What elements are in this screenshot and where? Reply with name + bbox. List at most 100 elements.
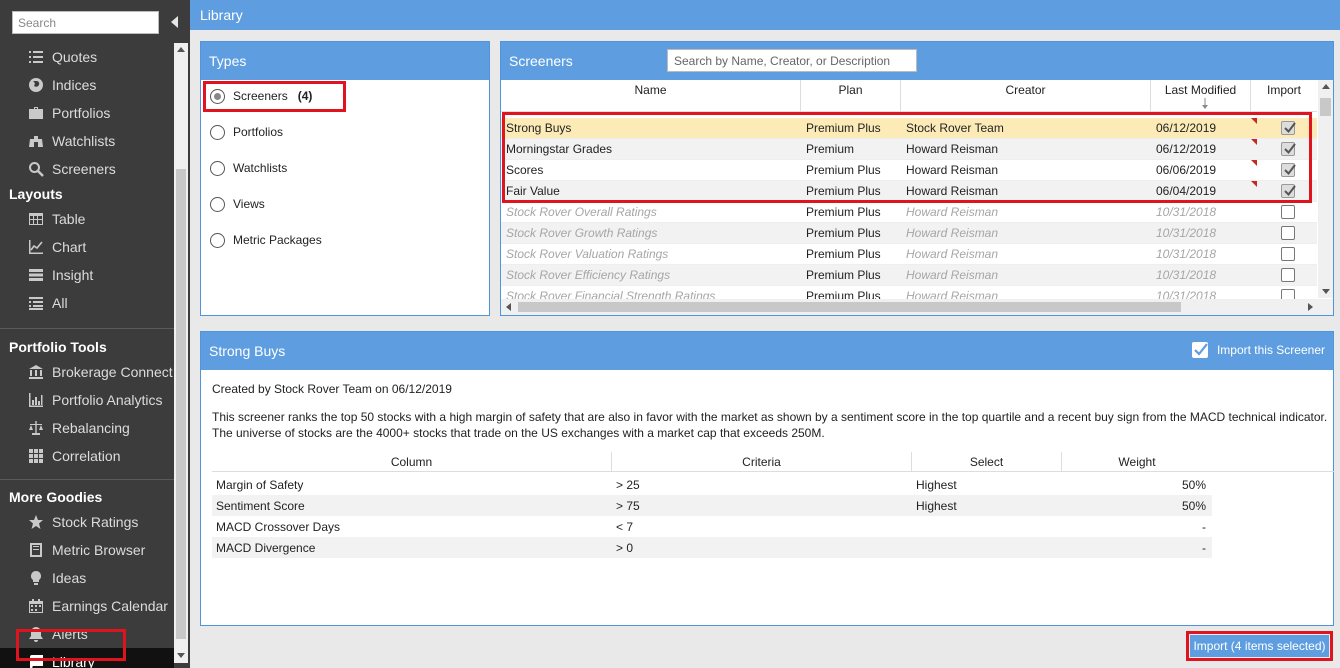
import-checkbox[interactable] xyxy=(1281,226,1295,240)
criteria-table-header: Column Criteria Select Weight xyxy=(212,452,1335,472)
sidebar-item-insight[interactable]: Insight xyxy=(0,261,174,289)
sidebar-item-label: Watchlists xyxy=(52,133,116,149)
sidebar-nav: Quotes Indices Portfolios Watchlists Scr… xyxy=(0,43,174,668)
list-icon xyxy=(27,49,44,66)
sidebar-item-correlation[interactable]: Correlation xyxy=(0,442,174,470)
screeners-horizontal-scrollbar[interactable] xyxy=(501,299,1333,315)
criteria-row: MACD Divergence > 0 - xyxy=(212,537,1212,558)
table-row[interactable]: Stock Rover Financial Strength Ratings P… xyxy=(501,286,1317,299)
binoculars-icon xyxy=(27,133,44,150)
screeners-panel: Screeners Name Plan Creator Last Modifie… xyxy=(500,41,1334,316)
scroll-down-icon[interactable] xyxy=(177,653,185,658)
import-checkbox[interactable] xyxy=(1281,289,1295,299)
highlight-import-button xyxy=(1186,631,1333,661)
criteria-select: Highest xyxy=(916,478,957,492)
type-option-watchlists[interactable]: Watchlists xyxy=(210,158,287,178)
bank-icon xyxy=(27,364,44,381)
screener-last-modified: 10/31/2018 xyxy=(1156,226,1217,240)
criteria-weight: 50% xyxy=(1181,499,1206,513)
scale-icon xyxy=(27,420,44,437)
criteria-row: Sentiment Score > 75 Highest 50% xyxy=(212,495,1212,516)
radio-button[interactable] xyxy=(210,232,225,248)
sidebar-item-ideas[interactable]: Ideas xyxy=(0,564,174,592)
col-header-creator[interactable]: Creator xyxy=(901,80,1151,112)
sidebar-item-quotes[interactable]: Quotes xyxy=(0,43,174,71)
table-row[interactable]: Stock Rover Valuation Ratings Premium Pl… xyxy=(501,244,1317,265)
sidebar-item-metric-browser[interactable]: Metric Browser xyxy=(0,536,174,564)
screener-creator: Howard Reisman xyxy=(906,247,999,261)
sidebar-item-portfolios[interactable]: Portfolios xyxy=(0,99,174,127)
screener-name: Stock Rover Overall Ratings xyxy=(506,205,657,219)
col-header-plan[interactable]: Plan xyxy=(801,80,901,112)
scroll-thumb[interactable] xyxy=(518,302,1181,312)
screener-detail-panel: Strong Buys Import this Screener Created… xyxy=(200,331,1335,626)
sidebar-item-table[interactable]: Table xyxy=(0,205,174,233)
checkmark-icon xyxy=(1194,343,1208,356)
scroll-thumb[interactable] xyxy=(176,169,186,639)
radio-button[interactable] xyxy=(210,124,225,140)
sidebar-item-screeners[interactable]: Screeners xyxy=(0,155,174,183)
import-checkbox[interactable] xyxy=(1281,247,1295,261)
col-header-name[interactable]: Name xyxy=(501,80,801,112)
screener-name: Stock Rover Valuation Ratings xyxy=(506,247,669,261)
screeners-grid-header: Name Plan Creator Last Modified Import xyxy=(501,80,1317,112)
import-this-screener-toggle[interactable]: Import this Screener xyxy=(1191,342,1325,358)
sidebar-item-watchlists[interactable]: Watchlists xyxy=(0,127,174,155)
criteria-col-criteria: Criteria xyxy=(612,452,912,472)
sidebar-item-chart[interactable]: Chart xyxy=(0,233,174,261)
all-icon xyxy=(27,295,44,312)
type-option-portfolios[interactable]: Portfolios xyxy=(210,122,283,142)
import-checkbox[interactable] xyxy=(1281,205,1295,219)
sidebar-item-stock-ratings[interactable]: Stock Ratings xyxy=(0,508,174,536)
sidebar-heading: Portfolio Tools xyxy=(9,339,107,355)
created-by-text: Created by Stock Rover Team on 06/12/201… xyxy=(212,382,452,396)
radio-button[interactable] xyxy=(210,160,225,176)
criteria-value: < 7 xyxy=(616,520,634,534)
sidebar-item-indices[interactable]: Indices xyxy=(0,71,174,99)
screener-last-modified: 10/31/2018 xyxy=(1156,247,1217,261)
sidebar-item-label: Table xyxy=(52,211,86,227)
criteria-select: Highest xyxy=(916,499,957,513)
sidebar-heading: Layouts xyxy=(9,186,63,202)
import-checkbox[interactable] xyxy=(1281,268,1295,282)
screener-last-modified: 10/31/2018 xyxy=(1156,205,1217,219)
scroll-left-icon[interactable] xyxy=(506,303,511,311)
scroll-up-icon[interactable] xyxy=(177,47,185,52)
search-icon xyxy=(27,161,44,178)
sidebar-item-label: Chart xyxy=(52,239,87,255)
table-row[interactable]: Stock Rover Efficiency Ratings Premium P… xyxy=(501,265,1317,286)
sidebar-item-label: Earnings Calendar xyxy=(52,598,168,614)
sidebar-item-brokerage-connect[interactable]: Brokerage Connect xyxy=(0,358,174,386)
table-row[interactable]: Stock Rover Overall Ratings Premium Plus… xyxy=(501,202,1317,223)
screener-search-input[interactable] xyxy=(667,49,917,72)
sidebar-item-earnings-calendar[interactable]: Earnings Calendar xyxy=(0,592,174,620)
calendar-icon xyxy=(27,598,44,615)
screeners-title: Screeners xyxy=(501,42,1333,80)
briefcase-icon xyxy=(27,105,44,122)
sidebar-item-portfolio-analytics[interactable]: Portfolio Analytics xyxy=(0,386,174,414)
sidebar-item-label: Screeners xyxy=(52,161,116,177)
type-option-views[interactable]: Views xyxy=(210,194,265,214)
scroll-up-icon[interactable] xyxy=(1322,84,1330,89)
scroll-down-icon[interactable] xyxy=(1322,289,1330,294)
type-option-label: Views xyxy=(233,197,265,211)
screener-plan: Premium Plus xyxy=(806,247,881,261)
collapse-sidebar-icon[interactable] xyxy=(168,14,182,30)
screeners-vertical-scrollbar[interactable] xyxy=(1318,80,1333,298)
sidebar-item-rebalancing[interactable]: Rebalancing xyxy=(0,414,174,442)
col-header-import[interactable]: Import xyxy=(1251,80,1317,112)
radio-button[interactable] xyxy=(210,196,225,212)
scroll-right-icon[interactable] xyxy=(1308,303,1313,311)
sidebar-scrollbar[interactable] xyxy=(174,43,188,663)
table-row[interactable]: Stock Rover Growth Ratings Premium Plus … xyxy=(501,223,1317,244)
sidebar-search-input[interactable] xyxy=(12,11,159,34)
type-option-metric-packages[interactable]: Metric Packages xyxy=(210,230,322,250)
lightbulb-icon xyxy=(27,570,44,587)
sidebar-item-all[interactable]: All xyxy=(0,289,174,317)
sidebar-item-label: Quotes xyxy=(52,49,98,65)
screener-last-modified: 10/31/2018 xyxy=(1156,289,1217,299)
scroll-thumb[interactable] xyxy=(1320,98,1331,116)
import-checkbox[interactable] xyxy=(1191,342,1208,358)
sidebar-item-label: Brokerage Connect xyxy=(52,364,173,380)
criteria-column-name: Sentiment Score xyxy=(216,499,305,513)
